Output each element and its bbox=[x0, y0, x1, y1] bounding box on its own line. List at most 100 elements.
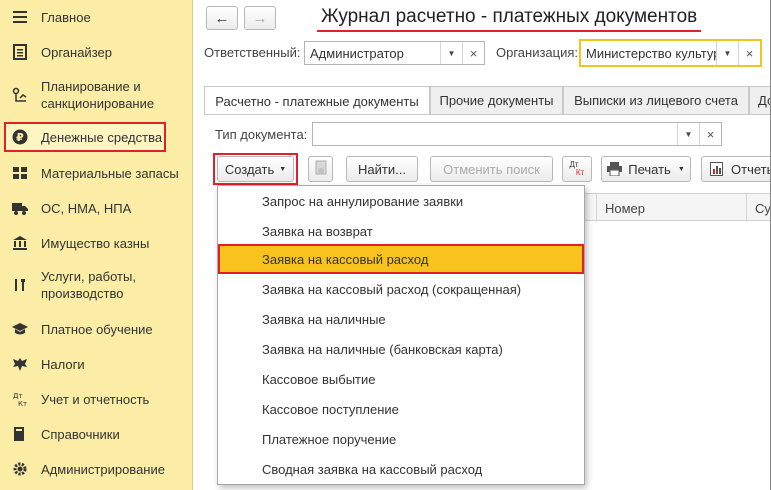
create-dropdown-menu: Запрос на аннулирование заявки Заявка на… bbox=[217, 185, 585, 485]
tab-payment-documents[interactable]: Расчетно - платежные документы bbox=[204, 86, 430, 115]
report-icon bbox=[710, 162, 723, 176]
menu-item[interactable]: Кассовое выбытие bbox=[218, 364, 584, 394]
page-title-wrap: Журнал расчетно - платежных документов bbox=[317, 6, 702, 32]
menu-item[interactable]: Кассовое поступление bbox=[218, 394, 584, 424]
column-header-sum[interactable]: Су bbox=[746, 194, 771, 222]
arrow-left-icon: ← bbox=[214, 9, 230, 27]
menu-item[interactable]: Заявка на возврат bbox=[218, 216, 584, 246]
boxes-icon bbox=[10, 163, 30, 183]
eagle-emblem-icon bbox=[10, 354, 30, 374]
clear-icon[interactable]: × bbox=[738, 41, 760, 65]
reports-button-label: Отчеты bbox=[731, 161, 771, 177]
tab-other-documents[interactable]: Прочие документы bbox=[430, 86, 563, 114]
forward-button[interactable]: → bbox=[244, 6, 276, 30]
clipboard-icon bbox=[10, 42, 30, 62]
tab-bar: Расчетно - платежные документы Прочие до… bbox=[204, 86, 771, 115]
title-underline bbox=[317, 30, 702, 32]
clear-icon[interactable]: × bbox=[699, 123, 721, 145]
clear-icon[interactable]: × bbox=[462, 42, 484, 64]
tab-more[interactable]: До bbox=[749, 86, 771, 114]
find-button[interactable]: Найти... bbox=[346, 156, 418, 182]
dropdown-arrow-icon[interactable]: ▼ bbox=[716, 41, 738, 65]
sidebar-item-planning[interactable]: Планирование и санкционирование bbox=[4, 77, 186, 113]
sidebar-item-label: Администрирование bbox=[41, 461, 165, 477]
sidebar-item-label: Денежные средства bbox=[41, 129, 163, 145]
create-button[interactable]: Создать ▼ bbox=[217, 156, 294, 182]
menu-item[interactable]: Запрос на аннулирование заявки bbox=[218, 186, 584, 216]
sidebar-item-taxes[interactable]: Налоги bbox=[4, 354, 186, 374]
sidebar-item-label: Имущество казны bbox=[41, 235, 150, 251]
dropdown-arrow-icon[interactable]: ▼ bbox=[440, 42, 462, 64]
reports-button[interactable]: Отчеты bbox=[701, 156, 771, 182]
sidebar-item-services[interactable]: Услуги, работы, производство bbox=[4, 267, 186, 303]
dropdown-arrow-icon[interactable]: ▼ bbox=[677, 123, 699, 145]
menu-item[interactable]: Заявка на наличные bbox=[218, 304, 584, 334]
menu-item[interactable]: Платежное поручение bbox=[218, 424, 584, 454]
sidebar-item-cash[interactable]: ₽ Денежные средства bbox=[4, 122, 166, 152]
responsible-field[interactable]: Администратор ▼ × bbox=[304, 41, 485, 65]
tools-icon bbox=[10, 275, 30, 295]
copy-icon bbox=[314, 160, 328, 179]
sidebar-item-label: Справочники bbox=[41, 426, 120, 442]
sidebar: Главное Органайзер Планирование и санкци… bbox=[0, 0, 193, 490]
sidebar-item-main[interactable]: Главное bbox=[4, 7, 186, 27]
sidebar-item-materials[interactable]: Материальные запасы bbox=[4, 163, 186, 183]
sidebar-item-label: Налоги bbox=[41, 356, 85, 372]
sidebar-item-label: Органайзер bbox=[41, 44, 112, 60]
sidebar-item-directories[interactable]: Справочники bbox=[4, 424, 186, 444]
print-button-label: Печать bbox=[628, 161, 671, 177]
tab-account-statements[interactable]: Выписки из лицевого счета bbox=[563, 86, 749, 114]
gear-icon bbox=[10, 459, 30, 479]
doc-type-label: Тип документа: bbox=[215, 127, 308, 142]
organization-field[interactable]: Министерство культур ▼ × bbox=[579, 39, 762, 67]
sidebar-item-label: ОС, НМА, НПА bbox=[41, 200, 132, 216]
sidebar-item-admin[interactable]: Администрирование bbox=[4, 459, 186, 479]
sidebar-item-label: Учет и отчетность bbox=[41, 391, 150, 407]
back-button[interactable]: ← bbox=[206, 6, 238, 30]
sidebar-item-treasury[interactable]: Имущество казны bbox=[4, 233, 186, 253]
responsible-value: Администратор bbox=[310, 45, 404, 61]
menu-item-selected[interactable]: Заявка на кассовый расход bbox=[218, 244, 584, 274]
page-title: Журнал расчетно - платежных документов bbox=[321, 6, 698, 27]
copy-button[interactable] bbox=[308, 156, 333, 182]
sidebar-item-fixed-assets[interactable]: ОС, НМА, НПА bbox=[4, 198, 186, 218]
sidebar-item-paid-education[interactable]: Платное обучение bbox=[4, 319, 186, 339]
sidebar-item-label: Услуги, работы, производство bbox=[41, 269, 136, 301]
organization-label: Организация: bbox=[496, 45, 579, 60]
responsible-label: Ответственный: bbox=[204, 45, 301, 60]
ruble-coin-icon: ₽ bbox=[10, 127, 30, 147]
dropdown-arrow-icon: ▼ bbox=[677, 165, 685, 173]
books-icon bbox=[10, 424, 30, 444]
menu-item[interactable]: Заявка на кассовый расход (сокращенная) bbox=[218, 274, 584, 304]
truck-icon bbox=[10, 198, 30, 218]
bank-building-icon bbox=[10, 233, 30, 253]
table-header: Номер Су bbox=[574, 193, 771, 222]
hamburger-icon bbox=[10, 7, 30, 27]
tab-divider bbox=[204, 114, 771, 115]
svg-text:Кт: Кт bbox=[18, 400, 27, 407]
dropdown-arrow-icon: ▼ bbox=[279, 165, 287, 173]
printer-icon bbox=[607, 162, 623, 176]
svg-text:₽: ₽ bbox=[16, 131, 24, 144]
planning-icon bbox=[10, 85, 30, 105]
column-header-number[interactable]: Номер bbox=[596, 194, 746, 222]
graduation-cap-icon bbox=[10, 319, 30, 339]
create-button-label: Создать bbox=[224, 161, 275, 177]
sidebar-item-label: Главное bbox=[41, 9, 91, 25]
svg-text:Дт: Дт bbox=[13, 392, 23, 400]
dtkt-button[interactable]: Дт Кт bbox=[562, 156, 592, 182]
cancel-search-button[interactable]: Отменить поиск bbox=[430, 156, 553, 182]
organization-value: Министерство культур bbox=[586, 45, 716, 61]
sidebar-item-label: Материальные запасы bbox=[41, 165, 179, 181]
debit-credit-icon: Дт Кт bbox=[10, 389, 30, 409]
sidebar-item-organizer[interactable]: Органайзер bbox=[4, 42, 186, 62]
sidebar-item-label: Платное обучение bbox=[41, 321, 153, 337]
credit-icon-label: Кт bbox=[575, 168, 585, 177]
sidebar-item-accounting[interactable]: Дт Кт Учет и отчетность bbox=[4, 389, 186, 409]
arrow-right-icon: → bbox=[252, 9, 268, 27]
doc-type-field[interactable]: ▼ × bbox=[312, 122, 722, 146]
print-button[interactable]: Печать ▼ bbox=[601, 156, 691, 182]
sidebar-item-label: Планирование и санкционирование bbox=[41, 79, 155, 111]
menu-item[interactable]: Сводная заявка на кассовый расход bbox=[218, 454, 584, 484]
menu-item[interactable]: Заявка на наличные (банковская карта) bbox=[218, 334, 584, 364]
